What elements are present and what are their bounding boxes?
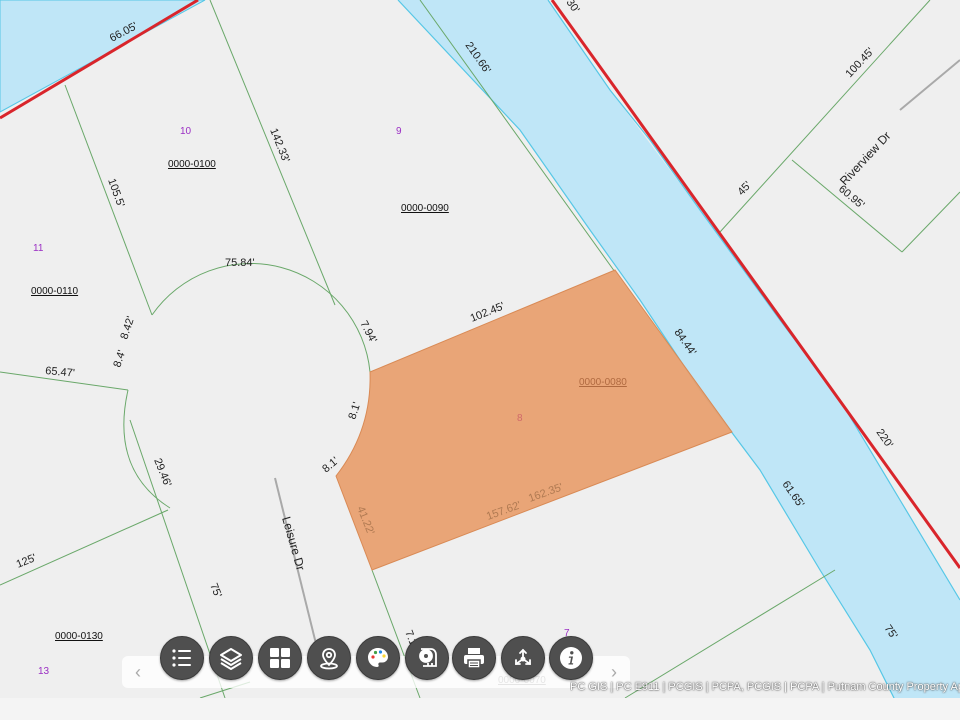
- dimension-label: 8.1': [320, 455, 341, 475]
- dimension-label: 8.1': [346, 401, 363, 421]
- dimension-label: 30': [564, 0, 582, 15]
- dimension-label: 8.42': [118, 315, 137, 341]
- print-button[interactable]: [452, 636, 496, 680]
- measure-button[interactable]: [405, 636, 449, 680]
- lot-number-label: 9: [396, 126, 402, 137]
- riverview-dr-centerline: [899, 59, 960, 111]
- lot-number-label: 11: [33, 243, 44, 254]
- selected-parcel-id-label[interactable]: 0000-0080: [579, 377, 627, 388]
- printer-icon: [464, 648, 484, 669]
- map-footer-strip: [0, 698, 960, 720]
- dimension-label: 75': [207, 582, 223, 600]
- dimension-label: 8.4': [111, 349, 128, 369]
- dimension-label: 105.5': [105, 177, 126, 209]
- info-icon: [560, 647, 582, 669]
- lot-number-label: 10: [180, 126, 192, 137]
- dimension-label: 29.46': [151, 457, 173, 489]
- dimension-label: 220': [874, 427, 896, 451]
- legend-button[interactable]: [160, 636, 204, 680]
- map-attribution: PC GIS | PC E911 | PCGIS | PCPA, PCGIS |…: [570, 681, 960, 693]
- parcel-map[interactable]: 66.05' 142.33' 210.66' 100.45' 105.5' 45…: [0, 0, 960, 720]
- dimension-label: 60.95': [836, 183, 866, 211]
- street-label-riverview-dr: Riverview Dr: [837, 129, 894, 188]
- parcel-id-label[interactable]: 0000-0090: [401, 203, 449, 214]
- layers-button[interactable]: [209, 636, 253, 680]
- draw-button[interactable]: [356, 636, 400, 680]
- share-button[interactable]: [501, 636, 545, 680]
- grid-icon: [270, 648, 290, 668]
- parcel-id-label[interactable]: 0000-0130: [55, 631, 103, 642]
- dimension-label: 142.33': [267, 127, 292, 165]
- dimension-label: 100.45': [843, 46, 876, 80]
- location-pin-icon: [320, 648, 338, 670]
- list-icon: [172, 649, 191, 667]
- toolbar-scroll-left-button[interactable]: ‹: [128, 661, 148, 683]
- dimension-label: 65.47': [45, 365, 76, 380]
- parcel-id-label[interactable]: 0000-0110: [31, 286, 79, 297]
- street-label-leisure-dr: Leisure Dr: [279, 515, 308, 572]
- selected-lot-number-label: 8: [517, 413, 523, 424]
- layers-icon: [220, 648, 242, 670]
- share-icon: [515, 648, 531, 665]
- dimension-label: 45': [735, 179, 754, 198]
- dimension-label: 125': [15, 552, 38, 571]
- lot-number-label: 13: [38, 666, 50, 677]
- info-button[interactable]: [549, 636, 593, 680]
- palette-icon: [368, 648, 388, 667]
- dimension-label: 75.84': [225, 257, 255, 269]
- tape-measure-icon: [419, 648, 437, 667]
- locate-button[interactable]: [307, 636, 351, 680]
- dimension-label: 7.94': [357, 319, 379, 345]
- basemap-button[interactable]: [258, 636, 302, 680]
- parcel-id-label[interactable]: 0000-0100: [168, 159, 216, 170]
